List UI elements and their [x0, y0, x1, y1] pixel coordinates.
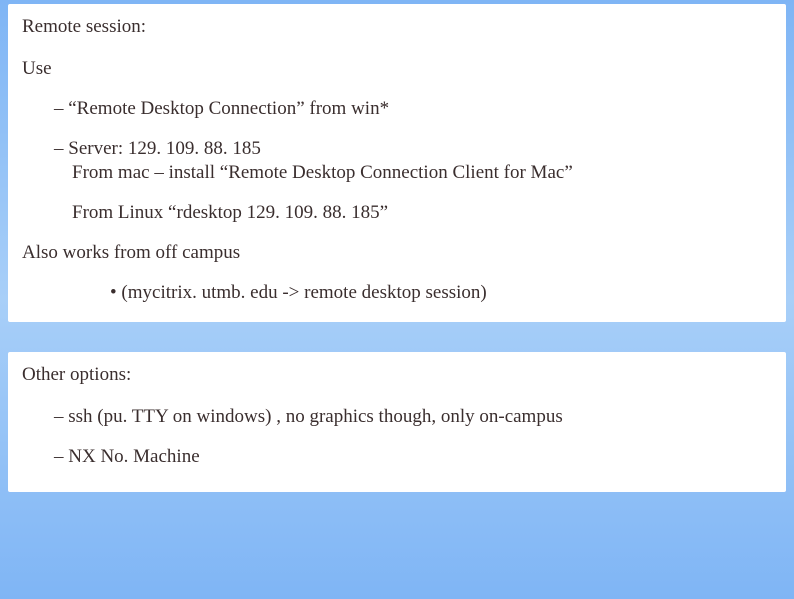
heading-remote-session: Remote session: [22, 16, 772, 38]
use-label: Use [22, 58, 772, 80]
content-box-2: Other options: ssh (pu. TTY on windows) … [8, 352, 786, 492]
bullet-mycitrix: (mycitrix. utmb. edu -> remote desktop s… [110, 282, 772, 304]
heading-other-options: Other options: [22, 364, 772, 386]
other-options-list: ssh (pu. TTY on windows) , no graphics t… [54, 406, 772, 468]
content-box-1: Remote session: Use “Remote Desktop Conn… [8, 4, 786, 322]
also-works-line: Also works from off campus [22, 242, 772, 264]
subline-mac: From mac – install “Remote Desktop Conne… [72, 162, 772, 184]
dash-item-rdc: “Remote Desktop Connection” from win* [54, 98, 772, 120]
dash-item-server: Server: 129. 109. 88. 185 [54, 138, 772, 160]
primary-dash-list: “Remote Desktop Connection” from win* Se… [54, 98, 772, 160]
subline-linux: From Linux “rdesktop 129. 109. 88. 185” [72, 202, 772, 224]
dash-item-ssh: ssh (pu. TTY on windows) , no graphics t… [54, 406, 772, 428]
dash-item-nx: NX No. Machine [54, 446, 772, 468]
